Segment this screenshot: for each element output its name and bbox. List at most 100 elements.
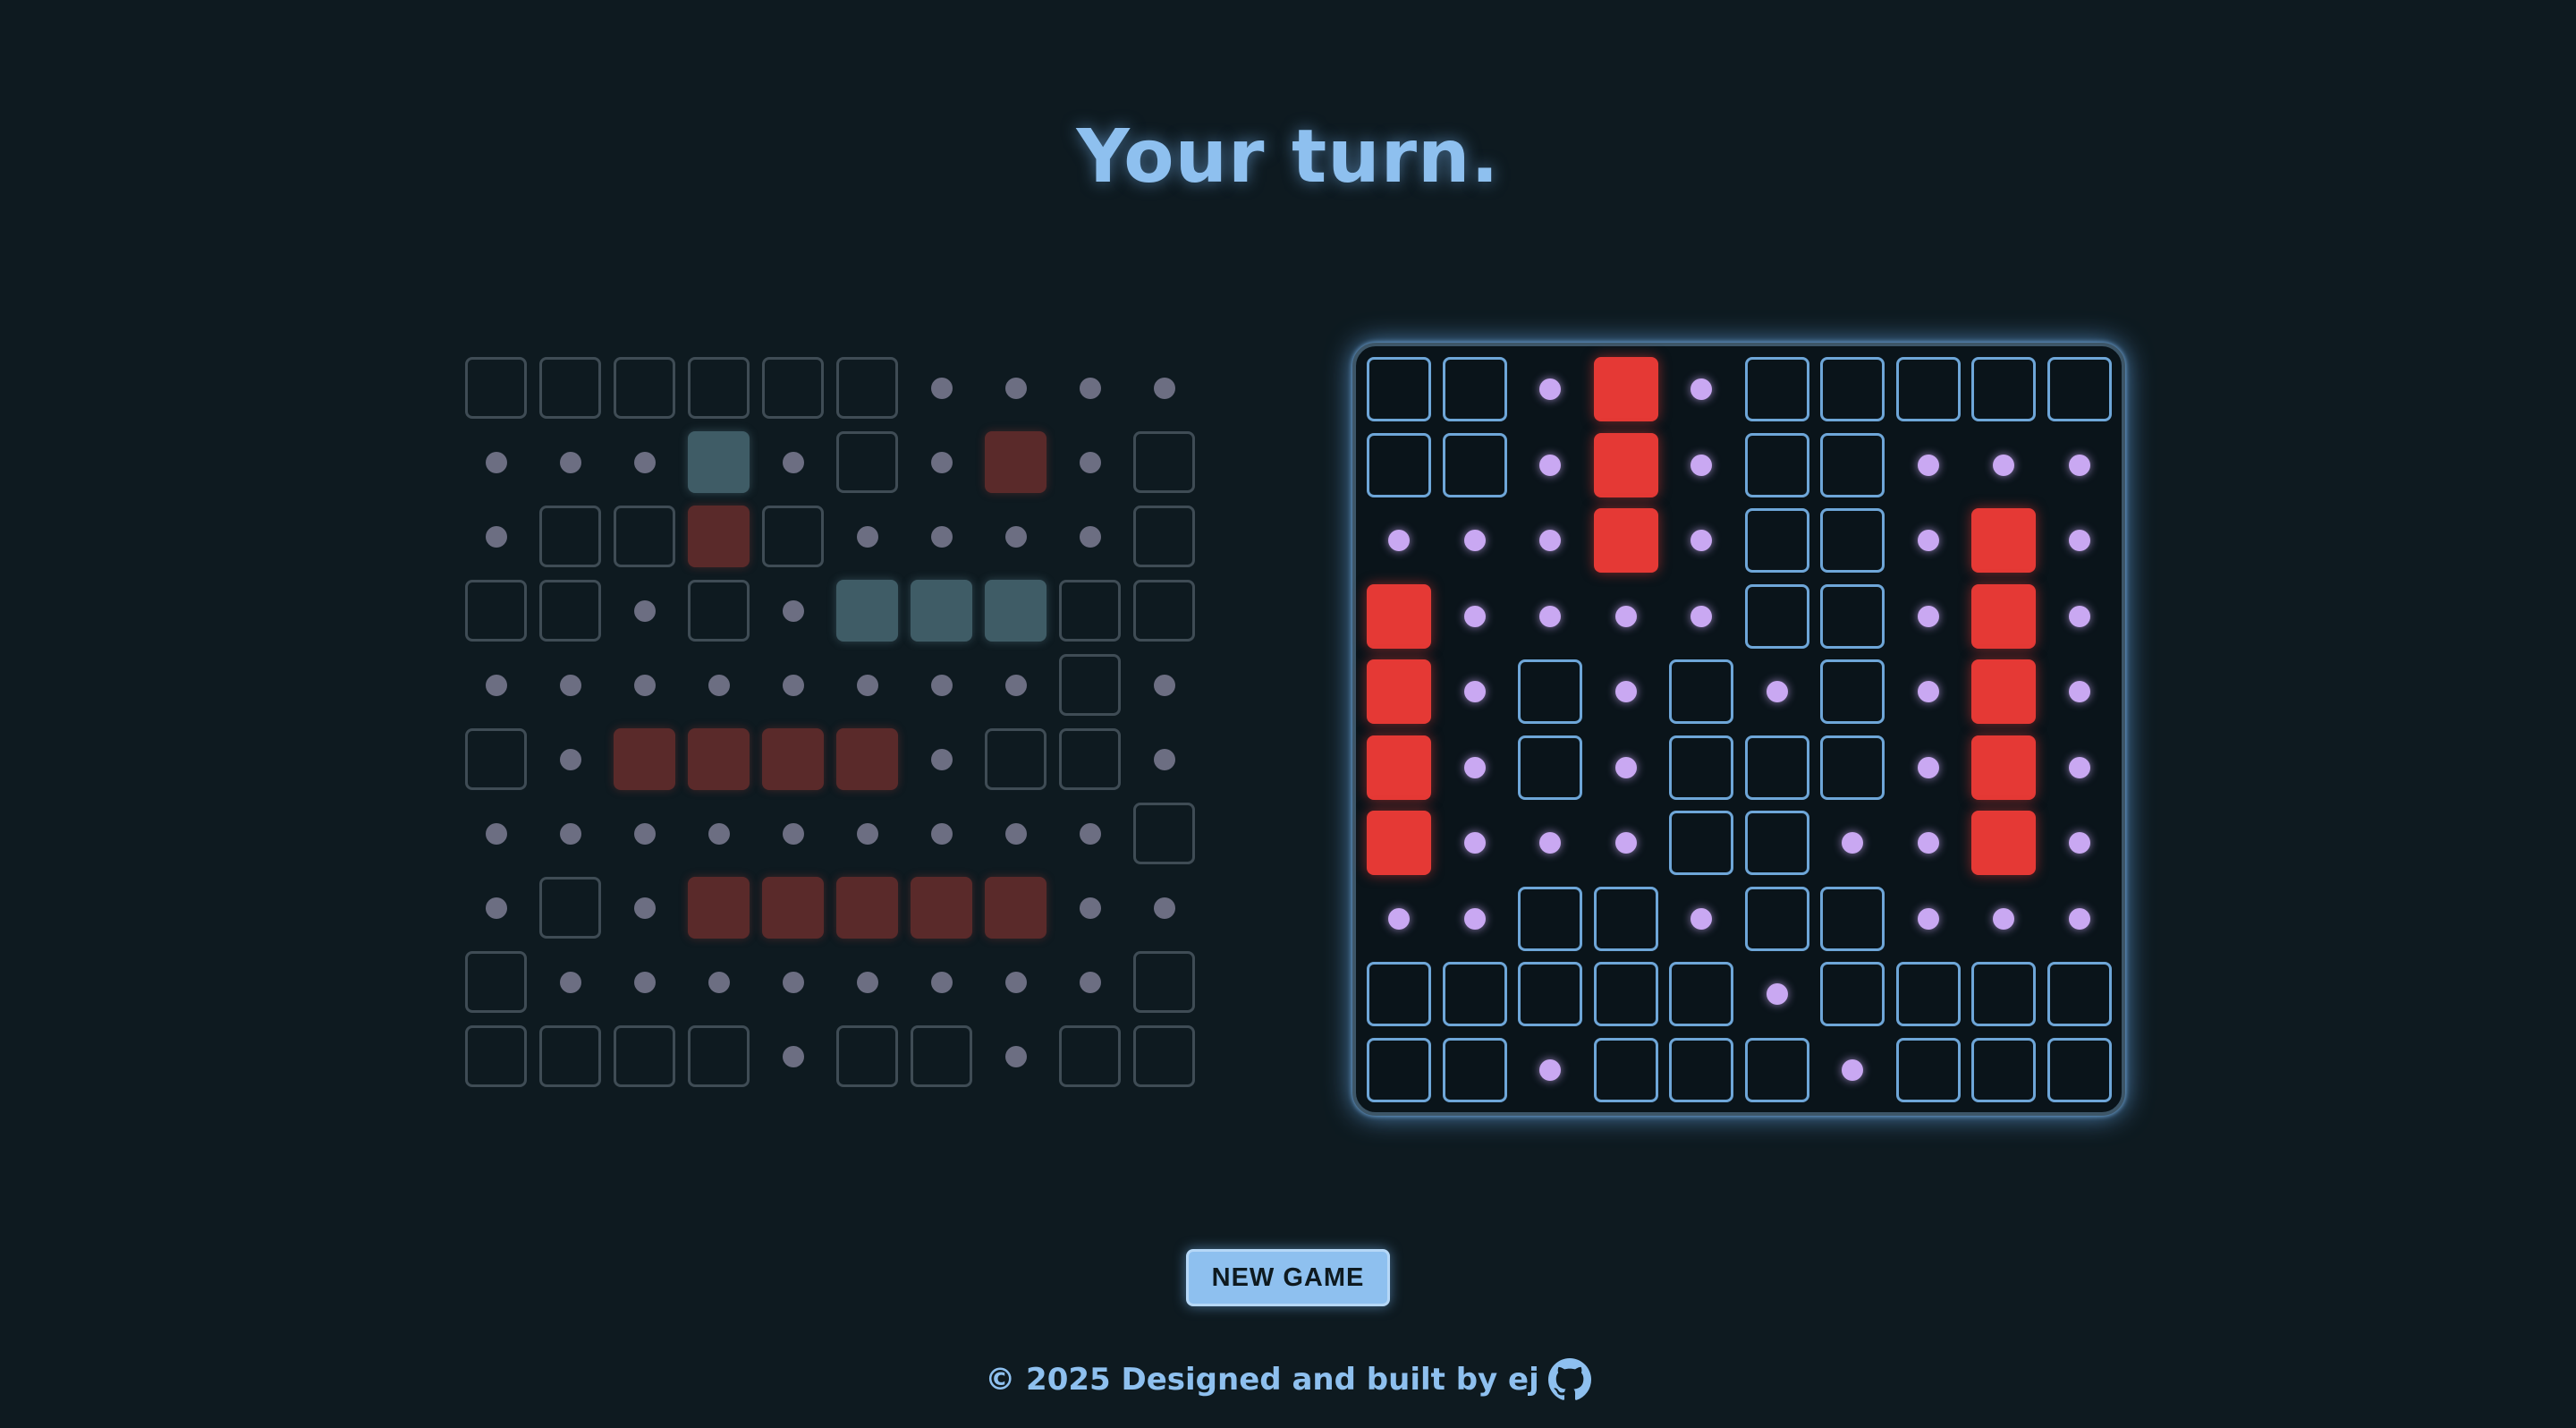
miss-marker	[782, 822, 804, 845]
board-cell[interactable]	[1744, 811, 1809, 875]
hit-cell	[688, 506, 750, 567]
board-cell[interactable]	[1367, 357, 1431, 421]
board-cell	[836, 1025, 898, 1087]
board-cell[interactable]	[1593, 886, 1658, 951]
board-cell[interactable]	[1744, 735, 1809, 800]
github-icon[interactable]	[1547, 1358, 1591, 1401]
board-cell[interactable]	[1895, 962, 1961, 1026]
miss-marker	[2068, 605, 2090, 627]
hit-cell	[1593, 357, 1658, 421]
board-cell[interactable]	[1367, 432, 1431, 497]
board-cell[interactable]	[1820, 357, 1885, 421]
miss-marker	[1917, 832, 1939, 854]
board-cell[interactable]	[1744, 886, 1809, 951]
board-cell[interactable]	[1518, 962, 1582, 1026]
miss-marker	[485, 674, 507, 696]
board-cell[interactable]	[1367, 1037, 1431, 1102]
miss-marker	[930, 971, 953, 993]
board-cell[interactable]	[1820, 583, 1885, 649]
board-cell[interactable]	[1744, 583, 1809, 649]
board-cell[interactable]	[1669, 735, 1733, 800]
miss-marker	[1993, 907, 2014, 930]
board-cell[interactable]	[1669, 811, 1733, 875]
board-cell[interactable]	[1518, 659, 1582, 724]
miss-marker	[1463, 530, 1486, 551]
miss-marker	[485, 525, 507, 548]
miss-marker	[559, 971, 581, 993]
miss-marker	[782, 599, 804, 622]
board-cell	[1059, 728, 1121, 790]
miss-marker	[2068, 756, 2090, 778]
board-cell[interactable]	[2046, 1037, 2112, 1102]
board-cell[interactable]	[1442, 432, 1507, 497]
hit-cell	[762, 728, 824, 790]
board-cell	[614, 506, 675, 567]
board-cell	[1133, 506, 1195, 567]
miss-marker	[1614, 681, 1637, 702]
board-cell[interactable]	[2046, 357, 2112, 421]
miss-marker	[1463, 605, 1486, 627]
board-cell[interactable]	[2046, 962, 2112, 1026]
board-cell[interactable]	[1744, 432, 1809, 497]
board-cell[interactable]	[1895, 1037, 1961, 1102]
board-cell[interactable]	[1669, 1037, 1733, 1102]
board-cell[interactable]	[1442, 357, 1507, 421]
board-cell[interactable]	[1593, 962, 1658, 1026]
miss-marker	[1463, 832, 1486, 854]
miss-marker	[1917, 907, 1939, 930]
board-cell[interactable]	[1593, 1037, 1658, 1102]
hit-cell	[1593, 432, 1658, 497]
board-cell	[614, 1025, 675, 1087]
board-cell	[539, 580, 601, 642]
board-cell[interactable]	[1442, 1037, 1507, 1102]
board-cell[interactable]	[1442, 962, 1507, 1026]
miss-marker	[1917, 681, 1939, 702]
board-cell	[1133, 1025, 1195, 1087]
footer-credit: © 2025 Designed and built by ej	[985, 1362, 1539, 1398]
board-cell[interactable]	[1669, 962, 1733, 1026]
board-cell	[465, 951, 527, 1013]
new-game-button[interactable]: NEW GAME	[1186, 1249, 1390, 1306]
board-cell[interactable]	[1744, 1037, 1809, 1102]
miss-marker	[930, 525, 953, 548]
board-cell	[985, 728, 1046, 790]
board-cell[interactable]	[1518, 735, 1582, 800]
game-page: Your turn. NEW GAME © 2025 Designed and …	[0, 0, 2576, 1428]
board-cell	[688, 580, 750, 642]
miss-marker	[1463, 907, 1486, 930]
board-cell	[688, 1025, 750, 1087]
miss-marker	[1539, 1058, 1561, 1081]
miss-marker	[1079, 822, 1101, 845]
board-cell[interactable]	[1971, 962, 2036, 1026]
board-cell[interactable]	[1518, 886, 1582, 951]
board-cell[interactable]	[1669, 659, 1733, 724]
miss-marker	[1004, 525, 1027, 548]
board-cell[interactable]	[1744, 508, 1809, 573]
miss-marker	[856, 525, 878, 548]
board-cell[interactable]	[1820, 432, 1885, 497]
miss-marker	[1153, 748, 1175, 770]
target-board[interactable]	[1352, 343, 2125, 1116]
board-cell[interactable]	[1820, 508, 1885, 573]
board-cell[interactable]	[1367, 962, 1431, 1026]
board-cell[interactable]	[1820, 962, 1885, 1026]
board-cell[interactable]	[1971, 357, 2036, 421]
miss-marker	[1153, 674, 1175, 696]
miss-marker	[1993, 454, 2014, 476]
board-cell[interactable]	[1820, 886, 1885, 951]
board-cell	[465, 357, 527, 419]
miss-marker	[1004, 971, 1027, 993]
board-cell[interactable]	[1820, 735, 1885, 800]
board-cell	[539, 1025, 601, 1087]
board-cell	[465, 1025, 527, 1087]
board-cell	[1059, 580, 1121, 642]
ship-cell	[836, 580, 898, 642]
miss-marker	[1766, 681, 1788, 702]
board-cell[interactable]	[1820, 659, 1885, 724]
board-cell[interactable]	[1744, 357, 1809, 421]
miss-marker	[930, 822, 953, 845]
board-cell[interactable]	[1895, 357, 1961, 421]
board-cell	[614, 357, 675, 419]
board-cell[interactable]	[1971, 1037, 2036, 1102]
miss-marker	[1614, 756, 1637, 778]
